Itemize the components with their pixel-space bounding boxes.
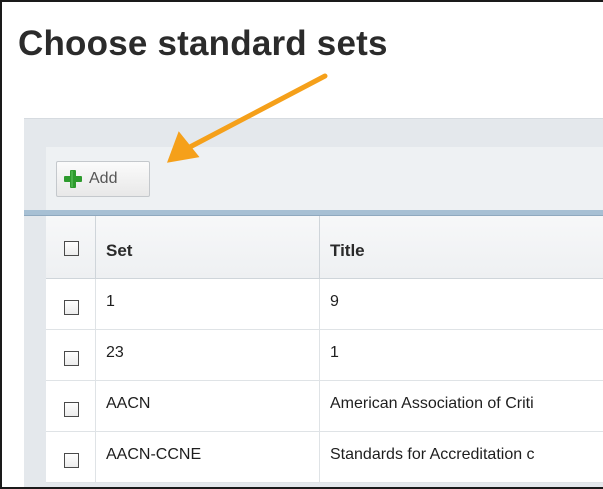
table-row[interactable]: 1 9 bbox=[46, 279, 603, 330]
column-header-title-label: Title bbox=[330, 241, 365, 260]
set-cell: 23 bbox=[96, 330, 320, 380]
title-value: American Association of Criti bbox=[330, 395, 534, 412]
page-title: Choose standard sets bbox=[18, 24, 388, 63]
toolbar: Add bbox=[46, 147, 603, 213]
title-cell: 9 bbox=[320, 279, 603, 329]
title-cell: Standards for Accreditation c bbox=[320, 432, 603, 482]
title-value: 9 bbox=[330, 293, 339, 310]
add-button-label: Add bbox=[89, 170, 118, 187]
row-checkbox-cell bbox=[46, 330, 96, 380]
row-checkbox[interactable] bbox=[64, 351, 79, 366]
row-checkbox-cell bbox=[46, 381, 96, 431]
header-checkbox-cell bbox=[46, 216, 96, 278]
set-value: AACN-CCNE bbox=[106, 446, 202, 463]
row-checkbox[interactable] bbox=[64, 453, 79, 468]
table-row[interactable]: 23 1 bbox=[46, 330, 603, 381]
set-value: AACN bbox=[106, 395, 151, 412]
set-cell: 1 bbox=[96, 279, 320, 329]
title-value: 1 bbox=[330, 344, 339, 361]
table-row[interactable]: AACN-CCNE Standards for Accreditation c bbox=[46, 432, 603, 483]
screenshot-frame: Choose standard sets Add Set Title 1 9 2… bbox=[0, 0, 603, 489]
add-button[interactable]: Add bbox=[56, 161, 150, 197]
table-header-row: Set Title bbox=[46, 216, 603, 279]
row-checkbox[interactable] bbox=[64, 300, 79, 315]
column-header-set[interactable]: Set bbox=[96, 216, 320, 278]
select-all-checkbox[interactable] bbox=[64, 241, 79, 256]
row-checkbox[interactable] bbox=[64, 402, 79, 417]
row-checkbox-cell bbox=[46, 432, 96, 482]
table-row[interactable]: AACN American Association of Criti bbox=[46, 381, 603, 432]
set-cell: AACN bbox=[96, 381, 320, 431]
set-value: 23 bbox=[106, 344, 124, 361]
set-cell: AACN-CCNE bbox=[96, 432, 320, 482]
plus-icon bbox=[63, 169, 83, 189]
column-header-set-label: Set bbox=[106, 241, 133, 260]
title-value: Standards for Accreditation c bbox=[330, 446, 535, 463]
row-checkbox-cell bbox=[46, 279, 96, 329]
standard-sets-table: Set Title 1 9 23 1 AACN American Associa… bbox=[46, 216, 603, 483]
title-cell: American Association of Criti bbox=[320, 381, 603, 431]
column-header-title[interactable]: Title bbox=[320, 216, 603, 278]
title-cell: 1 bbox=[320, 330, 603, 380]
set-value: 1 bbox=[106, 293, 115, 310]
